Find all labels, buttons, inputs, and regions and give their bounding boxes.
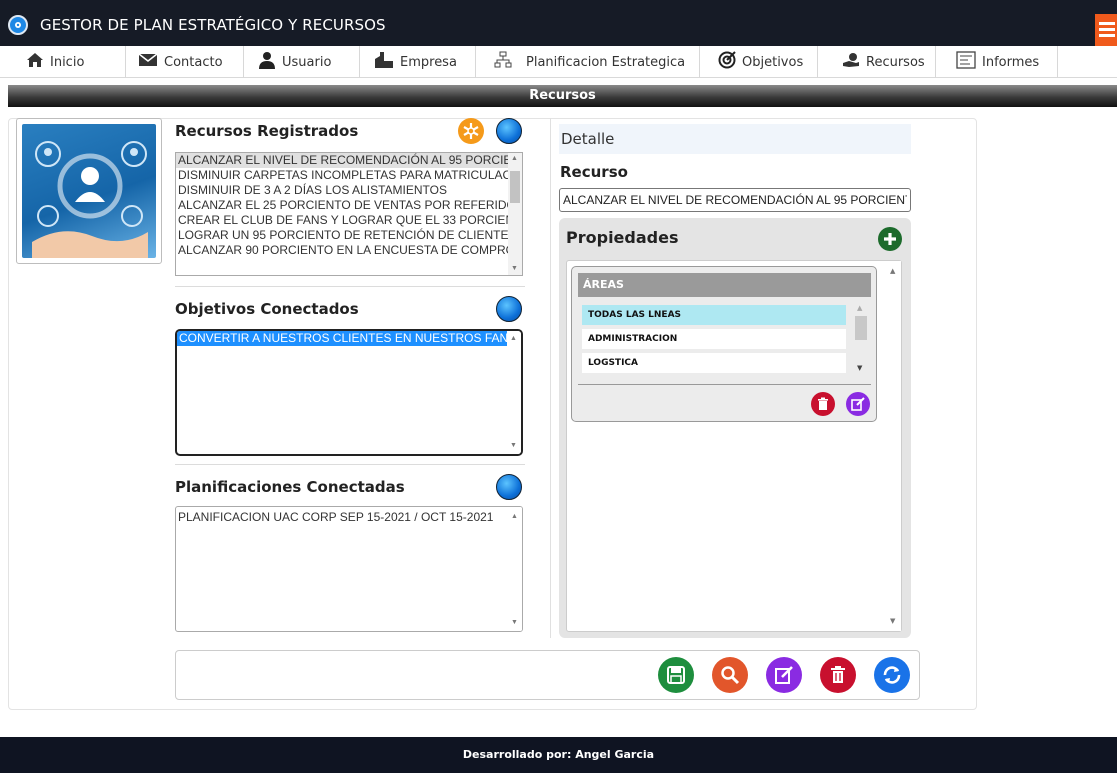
scroll-down-icon[interactable]: ▼	[511, 265, 518, 273]
app-title: GESTOR DE PLAN ESTRATÉGICO Y RECURSOS	[40, 16, 386, 34]
target-icon	[718, 51, 736, 73]
plus-icon	[884, 233, 896, 245]
connect-objectives-button[interactable]	[496, 296, 522, 322]
building-icon	[374, 51, 394, 73]
connected-objectives-title: Objetivos Conectados	[175, 300, 359, 318]
nav-label: Recursos	[866, 54, 925, 70]
list-item[interactable]: PLANIFICACION UAC CORP SEP 15-2021 / OCT…	[176, 510, 522, 525]
connect-plans-button[interactable]	[496, 474, 522, 500]
nav-label: Usuario	[282, 54, 332, 70]
edit-area-button[interactable]	[846, 392, 870, 416]
resources-illustration	[16, 118, 162, 264]
hand-money-icon	[842, 52, 860, 72]
nav-item-objetivos[interactable]: Objetivos	[700, 46, 818, 78]
list-item[interactable]: ALCANZAR EL NIVEL DE RECOMENDACIÓN AL 95…	[176, 153, 522, 168]
main-nav: Inicio Contacto Usuario Empresa Planific…	[0, 46, 1117, 78]
resource-label: Recurso	[560, 163, 628, 181]
nav-label: Empresa	[400, 54, 457, 70]
scroll-down-icon[interactable]: ▼	[510, 442, 517, 450]
scroll-up-icon[interactable]: ▲	[510, 335, 517, 343]
action-toolbar	[175, 650, 920, 700]
connected-plans-title: Planificaciones Conectadas	[175, 478, 405, 496]
nav-label: Inicio	[50, 54, 85, 70]
gear-logo-icon	[8, 15, 28, 35]
home-icon	[26, 52, 44, 72]
areas-scrollbar[interactable]: ▲ ▼	[854, 304, 868, 374]
connected-objectives-list[interactable]: CONVERTIR A NUESTROS CLIENTES EN NUESTRO…	[175, 329, 523, 456]
scroll-up-icon[interactable]: ▲	[511, 513, 518, 521]
nav-item-usuario[interactable]: Usuario	[244, 46, 360, 78]
hamburger-menu-icon[interactable]	[1095, 14, 1117, 46]
connected-plans-list[interactable]: PLANIFICACION UAC CORP SEP 15-2021 / OCT…	[175, 506, 523, 632]
scroll-thumb[interactable]	[510, 171, 520, 203]
scrollbar[interactable]: ▲ ▼	[508, 507, 522, 631]
refresh-registered-button[interactable]	[496, 118, 522, 144]
list-item[interactable]: ALCANZAR 90 PORCIENTO EN LA ENCUESTA DE …	[176, 243, 522, 258]
list-item[interactable]: DISMINUIR CARPETAS INCOMPLETAS PARA MATR…	[176, 168, 522, 183]
divider	[175, 464, 525, 465]
refresh-icon	[883, 666, 901, 684]
properties-title: Propiedades	[566, 228, 679, 247]
nav-label: Objetivos	[742, 54, 804, 70]
nav-label: Planificacion Estrategica	[526, 54, 686, 70]
trash-icon	[831, 666, 845, 683]
mail-icon	[138, 53, 158, 71]
divider	[578, 384, 871, 385]
search-button[interactable]	[712, 657, 748, 693]
footer-credit: Desarrollado por: Angel Garcia	[0, 737, 1117, 773]
edit-icon	[851, 397, 865, 411]
floppy-disk-icon	[667, 666, 685, 684]
save-button[interactable]	[658, 657, 694, 693]
registered-resources-title: Recursos Registrados	[175, 122, 359, 140]
nav-label: Contacto	[164, 54, 223, 70]
area-row[interactable]: LOGSTICA	[582, 353, 846, 373]
scroll-down-icon[interactable]: ▼	[890, 617, 895, 625]
nav-item-recursos[interactable]: Recursos	[818, 46, 936, 78]
user-icon	[258, 51, 276, 73]
edit-button[interactable]	[766, 657, 802, 693]
search-icon	[721, 666, 740, 685]
list-item[interactable]: DISMINUIR DE 3 A 2 DÍAS LOS ALISTAMIENTO…	[176, 183, 522, 198]
scroll-down-icon[interactable]: ▼	[857, 364, 862, 372]
scroll-up-icon[interactable]: ▲	[857, 304, 862, 312]
scroll-down-icon[interactable]: ▼	[511, 619, 518, 627]
scrollbar[interactable]: ▲ ▼	[887, 261, 901, 631]
sitemap-icon	[494, 51, 512, 73]
report-icon	[956, 51, 976, 73]
refresh-button[interactable]	[874, 657, 910, 693]
nav-item-inicio[interactable]: Inicio	[0, 46, 126, 78]
asterisk-action-icon[interactable]	[458, 118, 484, 144]
list-item[interactable]: CONVERTIR A NUESTROS CLIENTES EN NUESTRO…	[177, 331, 516, 346]
registered-resources-list[interactable]: ALCANZAR EL NIVEL DE RECOMENDACIÓN AL 95…	[175, 152, 523, 276]
divider	[175, 286, 525, 287]
scrollbar[interactable]: ▲ ▼	[507, 331, 521, 454]
section-title: Recursos	[8, 85, 1117, 107]
nav-item-planificacion[interactable]: Planificacion Estrategica	[476, 46, 700, 78]
app-header: GESTOR DE PLAN ESTRATÉGICO Y RECURSOS	[0, 0, 1117, 46]
trash-icon	[818, 397, 828, 410]
list-item[interactable]: CREAR EL CLUB DE FANS Y LOGRAR QUE EL 33…	[176, 213, 522, 228]
delete-area-button[interactable]	[811, 392, 835, 416]
detail-title: Detalle	[559, 124, 911, 154]
scroll-thumb[interactable]	[855, 316, 867, 340]
resource-name-field[interactable]	[559, 188, 911, 212]
nav-item-empresa[interactable]: Empresa	[360, 46, 476, 78]
delete-button[interactable]	[820, 657, 856, 693]
nav-item-informes[interactable]: Informes	[936, 46, 1058, 78]
area-row[interactable]: TODAS LAS LNEAS	[582, 305, 846, 325]
areas-header: ÁREAS	[578, 273, 871, 297]
nav-item-contacto[interactable]: Contacto	[126, 46, 244, 78]
edit-icon	[775, 666, 793, 684]
area-row[interactable]: ADMINISTRACION	[582, 329, 846, 349]
scroll-up-icon[interactable]: ▲	[890, 267, 895, 275]
scroll-up-icon[interactable]: ▲	[511, 155, 518, 163]
list-item[interactable]: LOGRAR UN 95 PORCIENTO DE RETENCIÓN DE C…	[176, 228, 522, 243]
scrollbar[interactable]: ▲ ▼	[508, 153, 522, 275]
nav-label: Informes	[982, 54, 1040, 70]
add-property-button[interactable]	[878, 227, 902, 251]
list-item[interactable]: ALCANZAR EL 25 PORCIENTO DE VENTAS POR R…	[176, 198, 522, 213]
